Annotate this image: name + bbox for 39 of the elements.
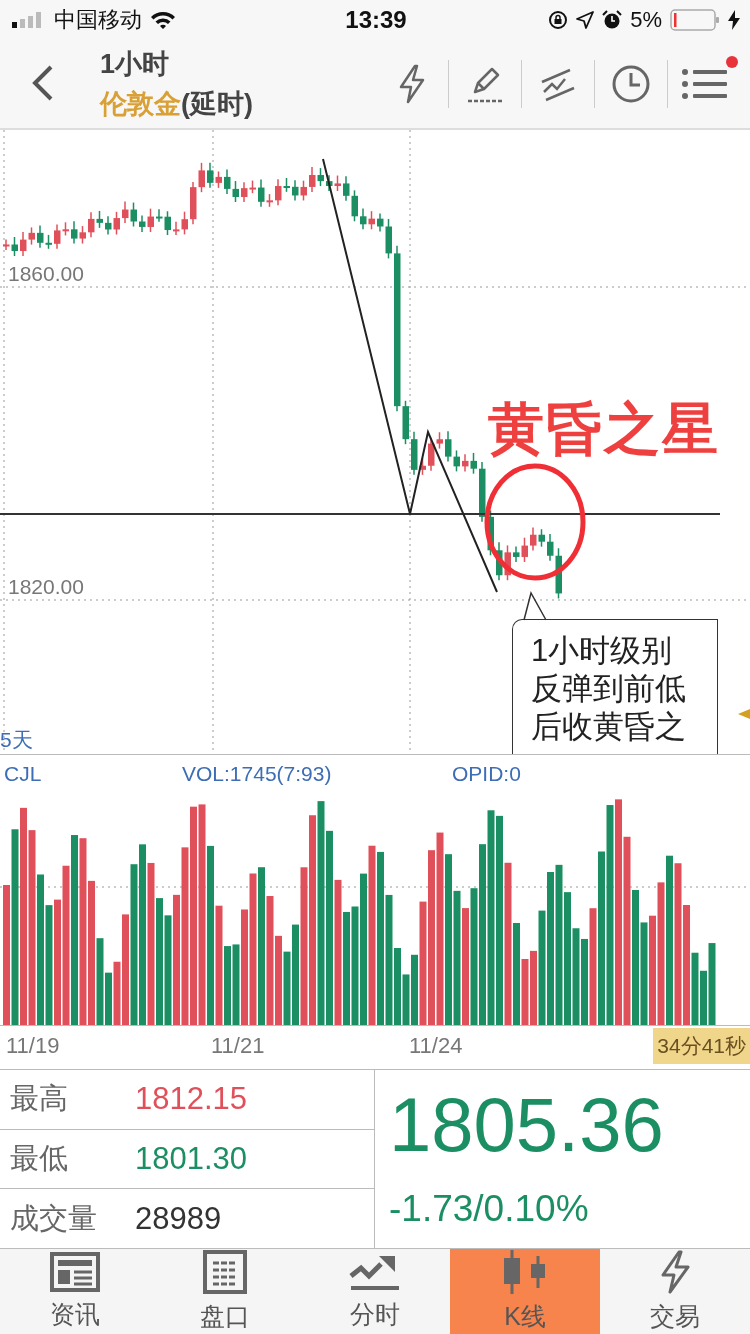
delay-note: (延时) (181, 88, 253, 121)
lightning-icon (659, 1250, 691, 1294)
clock-icon (611, 64, 651, 104)
range-label: 5天 (0, 727, 33, 753)
charging-icon (728, 10, 740, 30)
indicator-label: CJL (3, 762, 43, 786)
date-axis-label: 11/21 (211, 1033, 266, 1059)
alarm-icon (602, 10, 623, 30)
trend-lines-icon (540, 66, 576, 102)
battery-icon (670, 9, 720, 31)
countdown-timer: 34分41秒 (653, 1028, 750, 1064)
stat-value: 1801.30 (135, 1141, 248, 1177)
menu-icon (681, 68, 727, 100)
clock-time: 13:39 (345, 6, 407, 34)
carrier-name: 中国移动 (54, 6, 142, 34)
newspaper-icon (50, 1252, 100, 1292)
indicator-label: OPID:0 (452, 762, 521, 786)
price-change: -1.73/0.10% (389, 1188, 590, 1230)
document-list-icon (203, 1250, 247, 1294)
stat-value: 1812.15 (135, 1081, 248, 1118)
lightning-icon (397, 64, 427, 104)
date-axis-label: 11/24 (409, 1033, 464, 1059)
stat-label: 最低 (10, 1141, 69, 1176)
indicator-label: VOL:1745(7:93) (182, 762, 333, 786)
instrument-name: 伦敦金 (100, 88, 181, 121)
location-arrow-icon (576, 11, 595, 29)
page-title: 1小时 (100, 48, 171, 81)
rotation-lock-icon (548, 10, 569, 30)
back-chevron-icon (30, 63, 54, 102)
annotation-title: 黄昏之星 (488, 396, 720, 462)
wifi-icon (150, 10, 176, 30)
last-price: 1805.36 (389, 1081, 665, 1169)
stat-label: 最高 (10, 1081, 69, 1117)
callout-text: 1小时级别 反弹到前低 后收黄昏之 (531, 632, 687, 746)
price-marker-icon (738, 709, 750, 719)
battery-percent: 5% (630, 7, 662, 33)
stat-label: 成交量 (10, 1200, 98, 1236)
stat-value: 28989 (135, 1200, 222, 1237)
date-axis-label: 11/19 (5, 1033, 61, 1059)
